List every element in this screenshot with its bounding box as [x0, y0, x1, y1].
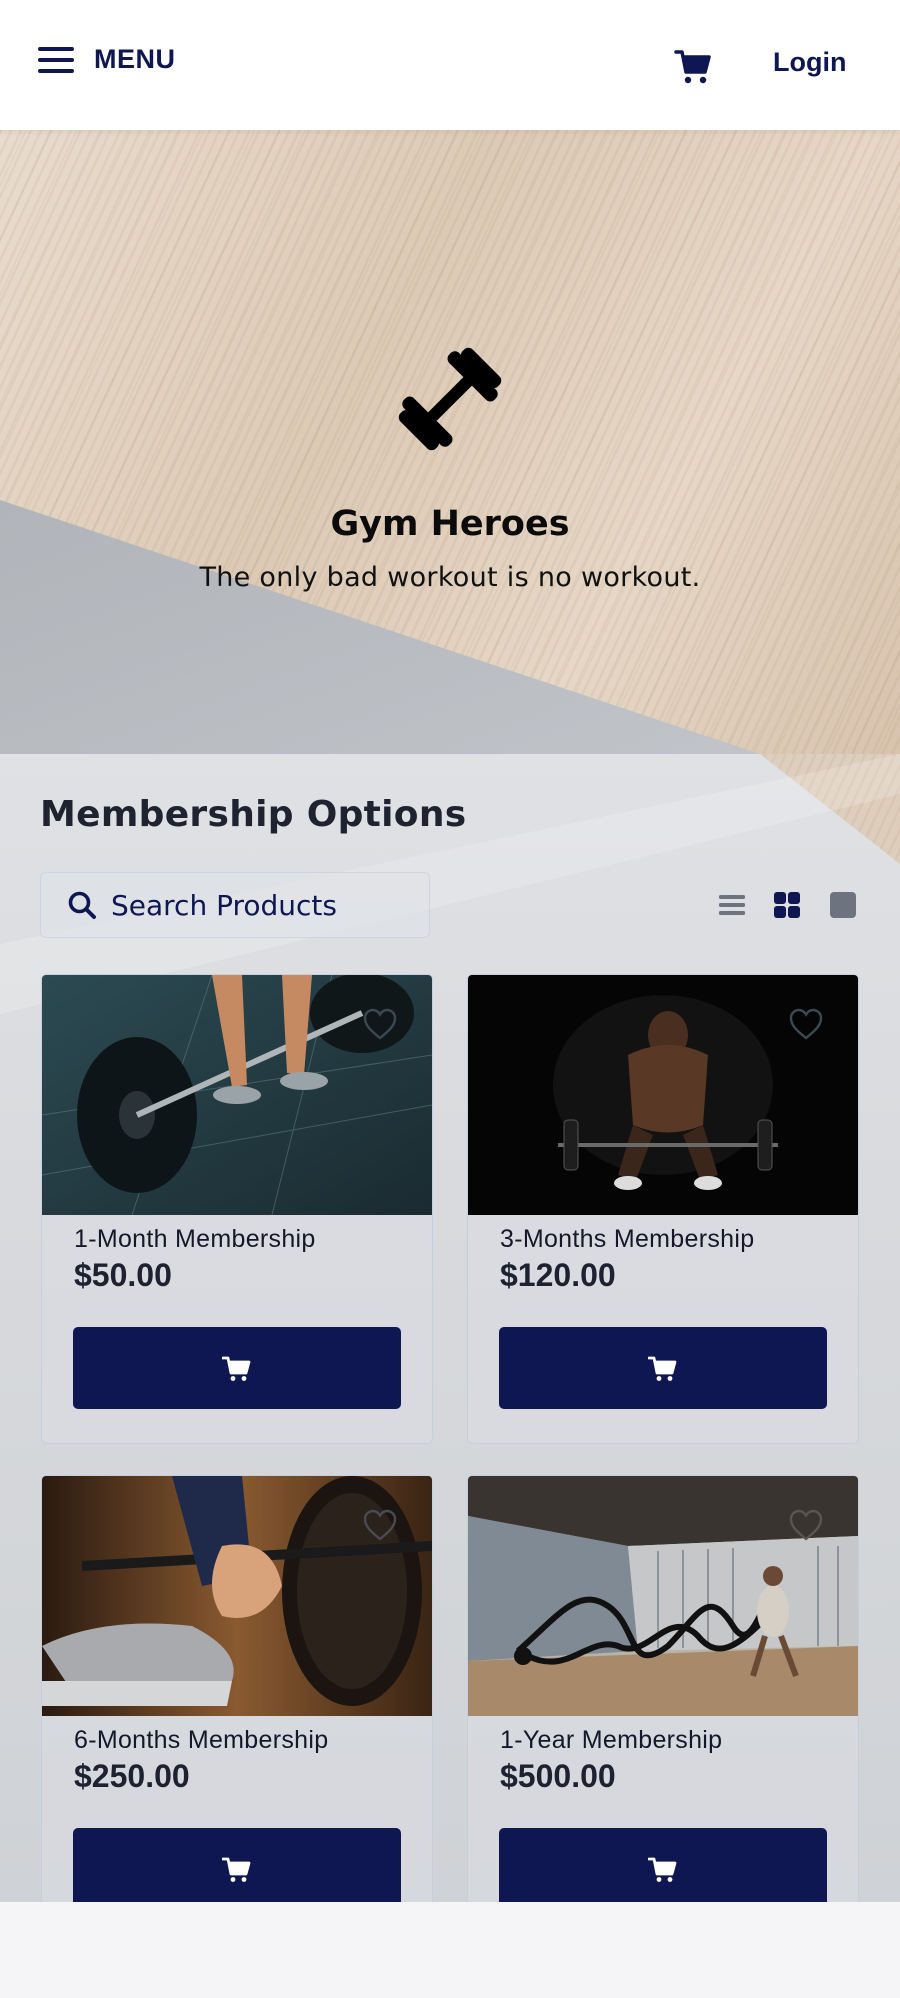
search-box[interactable]	[40, 872, 430, 938]
product-image[interactable]	[42, 1476, 432, 1716]
single-view-icon[interactable]	[828, 890, 858, 920]
product-price: $50.00	[74, 1257, 172, 1293]
menu-button[interactable]: MENU	[38, 44, 176, 75]
product-name[interactable]: 1-Month Membership	[74, 1225, 316, 1254]
product-image[interactable]	[468, 975, 858, 1215]
product-image[interactable]	[42, 975, 432, 1215]
dumbbell-icon	[398, 347, 502, 451]
favorite-heart-icon[interactable]	[788, 1508, 824, 1542]
top-navigation-bar: MENU Login	[0, 0, 900, 130]
product-price: $500.00	[500, 1758, 616, 1794]
cart-icon	[648, 1356, 677, 1381]
favorite-heart-icon[interactable]	[362, 1508, 398, 1542]
menu-label: MENU	[94, 44, 176, 74]
favorite-heart-icon[interactable]	[788, 1007, 824, 1041]
product-card: 1-Month Membership $50.00	[41, 974, 433, 1444]
hero-banner: Gym Heroes The only bad workout is no wo…	[0, 130, 900, 754]
cart-icon	[222, 1356, 251, 1381]
product-price: $120.00	[500, 1257, 616, 1293]
product-price: $250.00	[74, 1758, 190, 1794]
cart-icon[interactable]	[674, 46, 714, 86]
search-icon	[68, 891, 96, 919]
search-input[interactable]	[111, 888, 411, 922]
add-to-cart-button[interactable]	[73, 1828, 401, 1902]
add-to-cart-button[interactable]	[73, 1327, 401, 1409]
favorite-heart-icon[interactable]	[362, 1007, 398, 1041]
add-to-cart-button[interactable]	[499, 1828, 827, 1902]
site-title: Gym Heroes	[330, 504, 570, 544]
product-name[interactable]: 3-Months Membership	[500, 1225, 754, 1254]
login-link[interactable]: Login	[773, 47, 846, 78]
product-card: 1-Year Membership $500.00	[467, 1475, 859, 1902]
add-to-cart-button[interactable]	[499, 1327, 827, 1409]
list-view-icon[interactable]	[717, 890, 747, 920]
membership-section: Membership Options Search Products 1-Mon…	[0, 754, 900, 1902]
site-tagline: The only bad workout is no workout.	[199, 562, 701, 593]
product-name[interactable]: 1-Year Membership	[500, 1726, 722, 1755]
product-card: 6-Months Membership $250.00	[41, 1475, 433, 1902]
product-name[interactable]: 6-Months Membership	[74, 1726, 328, 1755]
cart-icon	[648, 1857, 677, 1882]
product-card: 3-Months Membership $120.00	[467, 974, 859, 1444]
cart-icon	[222, 1857, 251, 1882]
page-bottom-blank	[0, 1902, 900, 1998]
section-title: Membership Options	[40, 794, 467, 835]
product-image[interactable]	[468, 1476, 858, 1716]
hamburger-icon	[38, 46, 74, 74]
grid-view-icon[interactable]	[772, 890, 802, 920]
